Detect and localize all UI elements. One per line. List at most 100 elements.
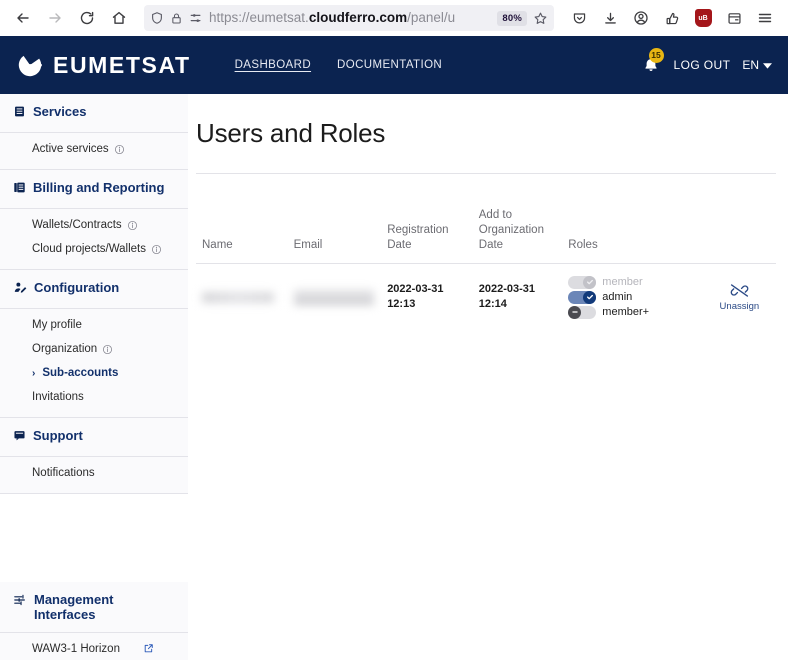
permissions-icon[interactable] <box>189 11 203 25</box>
role-toggle-member-plus[interactable]: member+ <box>568 305 696 319</box>
sidebar-item-my-profile[interactable]: My profile <box>0 313 188 337</box>
main-content: Users and Roles Name Email Registration … <box>188 94 788 331</box>
info-icon[interactable] <box>127 220 138 231</box>
role-label: member+ <box>602 306 650 319</box>
chevron-down-icon <box>763 62 772 69</box>
sidebar-item-active-services[interactable]: Active services <box>0 137 188 161</box>
ublock-label: uB <box>698 14 708 22</box>
sidebar-item-invitations[interactable]: Invitations <box>0 385 188 409</box>
sidebar-header-label: Support <box>33 428 83 443</box>
unassign-label: Unassign <box>719 300 760 312</box>
star-icon[interactable] <box>533 11 548 26</box>
info-icon[interactable] <box>151 244 162 255</box>
sidebar-item-label: WAW3-1 Horizon <box>32 642 120 655</box>
sidebar-list-management-interfaces: WAW3-1 Horizon Data Explorer <box>0 633 188 660</box>
site-header: EUMETSAT DASHBOARD DOCUMENTATION 15 LOG … <box>0 36 788 94</box>
role-label: member <box>602 276 643 289</box>
home-button[interactable] <box>104 4 134 32</box>
table-row: 2022-03-31 12:13 2022-03-31 12:14 member… <box>196 263 776 331</box>
sidebar-header-configuration: Configuration <box>0 270 188 309</box>
minus-icon <box>572 311 578 313</box>
reload-button[interactable] <box>72 4 102 32</box>
notifications-bell-button[interactable]: 15 <box>642 48 664 77</box>
pocket-icon[interactable] <box>564 4 594 32</box>
info-icon[interactable] <box>114 144 125 155</box>
cell-email <box>288 263 382 331</box>
sidebar-item-notifications[interactable]: Notifications <box>0 461 188 485</box>
sidebar-header-services: Services <box>0 94 188 133</box>
sidebar-item-label: Wallets/Contracts <box>32 219 122 231</box>
nav-link-dashboard[interactable]: DASHBOARD <box>235 59 311 71</box>
shield-icon[interactable] <box>150 11 164 25</box>
sidebar-header-label: Configuration <box>34 280 120 295</box>
back-button[interactable] <box>8 4 38 32</box>
registration-date-day: 2022-03-31 <box>387 283 444 296</box>
cell-actions: Unassign <box>703 263 776 331</box>
language-selector[interactable]: EN <box>742 58 772 72</box>
sidebar-item-wallets-contracts[interactable]: Wallets/Contracts <box>0 213 188 237</box>
browser-extension-icons: uB <box>564 4 780 32</box>
role-toggle-member[interactable]: member <box>568 275 696 289</box>
unlink-icon <box>730 283 749 297</box>
column-header-roles[interactable]: Roles <box>562 174 703 264</box>
sidebar-item-label: Notifications <box>32 467 95 479</box>
add-to-org-date-time: 12:14 <box>478 298 507 311</box>
info-icon[interactable] <box>102 344 113 355</box>
sidebar-item-cloud-projects-wallets[interactable]: Cloud projects/Wallets <box>0 237 188 261</box>
check-icon <box>586 294 593 300</box>
container-tabs-icon[interactable] <box>719 4 749 32</box>
external-link-icon[interactable] <box>143 643 154 654</box>
sidebar-item-waw3-1-horizon[interactable]: WAW3-1 Horizon <box>0 637 188 660</box>
page-title: Users and Roles <box>196 118 386 148</box>
forward-button[interactable] <box>40 4 70 32</box>
unassign-button[interactable]: Unassign <box>719 283 760 312</box>
sidebar-group-services: Services Active services <box>0 94 188 170</box>
sidebar-item-label: Organization <box>32 343 98 355</box>
cell-roles: member admin member+ <box>562 263 702 331</box>
zoom-level-badge[interactable]: 80% <box>497 10 527 26</box>
notification-count-badge: 15 <box>648 48 664 63</box>
toggle-switch[interactable] <box>568 305 597 319</box>
column-header-name[interactable]: Name <box>196 174 288 264</box>
sidebar-header-management-interfaces: Management Interfaces <box>0 582 188 633</box>
nav-link-documentation[interactable]: DOCUMENTATION <box>337 59 442 71</box>
sidebar-header-label: Services <box>33 104 87 119</box>
hamburger-menu-icon[interactable] <box>750 4 780 32</box>
role-label: admin <box>602 291 633 304</box>
table-body: 2022-03-31 12:13 2022-03-31 12:14 member… <box>196 263 776 331</box>
sidebar-item-sub-accounts[interactable]: › Sub-accounts <box>0 361 188 385</box>
downloads-icon[interactable] <box>595 4 625 32</box>
toggle-switch[interactable] <box>568 275 597 289</box>
page-body: Services Active services Billing and Rep… <box>0 94 788 660</box>
chat-support-icon <box>13 429 26 447</box>
sidebar-header-support: Support <box>0 418 188 457</box>
account-icon[interactable] <box>626 4 656 32</box>
sidebar-header-label: Management Interfaces <box>34 592 114 623</box>
sidebar-item-organization[interactable]: Organization <box>0 337 188 361</box>
column-header-add-to-organization-date[interactable]: Add to Organization Date <box>472 174 563 264</box>
toggle-knob <box>568 305 582 319</box>
column-header-registration-date[interactable]: Registration Date <box>381 174 473 264</box>
table-header-row: Name Email Registration Date Add to Orga… <box>196 174 776 264</box>
lock-icon[interactable] <box>170 12 183 25</box>
toggle-switch[interactable] <box>568 290 597 304</box>
sidebar-list-support: Notifications <box>0 457 188 493</box>
role-toggle-admin[interactable]: admin <box>568 290 696 304</box>
billing-books-icon <box>13 181 26 199</box>
sidebar: Services Active services Billing and Rep… <box>0 94 188 660</box>
cell-name <box>196 263 288 331</box>
save-to-pocket-icon[interactable] <box>657 4 687 32</box>
sidebar-item-label: My profile <box>32 319 82 331</box>
eumetsat-logo[interactable]: EUMETSAT <box>16 51 191 79</box>
toggle-knob <box>583 290 597 304</box>
address-bar[interactable]: https://eumetsat.cloudferro.com/panel/u … <box>144 5 554 31</box>
ublock-origin-icon[interactable]: uB <box>688 4 718 32</box>
language-label: EN <box>742 58 759 72</box>
logout-button[interactable]: LOG OUT <box>674 58 731 72</box>
browser-toolbar: https://eumetsat.cloudferro.com/panel/u … <box>0 0 788 36</box>
users-and-roles-table: Name Email Registration Date Add to Orga… <box>196 174 776 331</box>
sidebar-item-label: Sub-accounts <box>42 367 119 379</box>
column-header-email[interactable]: Email <box>287 174 382 264</box>
sidebar-list-services: Active services <box>0 133 188 169</box>
url-text[interactable]: https://eumetsat.cloudferro.com/panel/u <box>209 5 491 31</box>
